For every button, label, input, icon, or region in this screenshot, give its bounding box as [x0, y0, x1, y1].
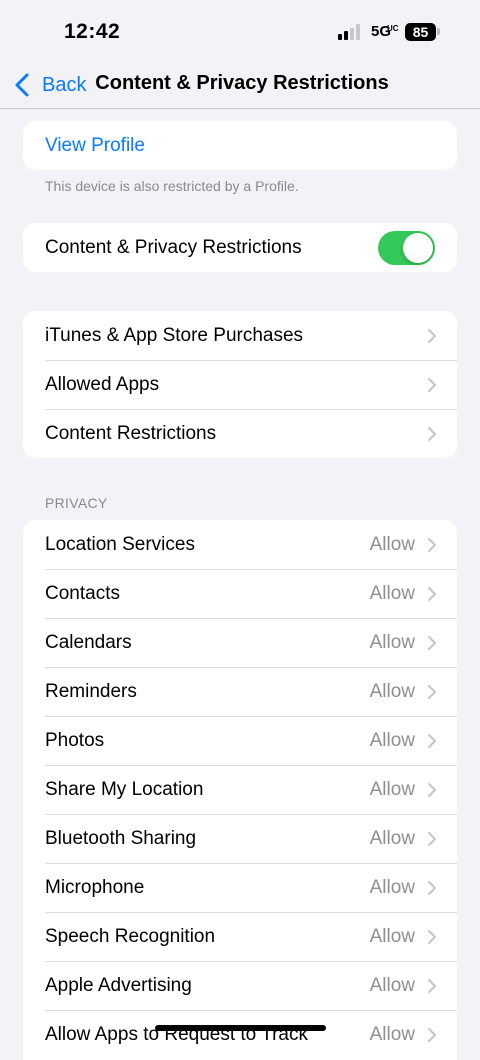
- profile-group: View Profile: [23, 121, 457, 170]
- privacy-item-photos[interactable]: Photos Allow: [23, 716, 457, 765]
- privacy-item-value: Allow: [369, 827, 415, 849]
- restrictions-toggle-row: Content & Privacy Restrictions: [23, 223, 457, 272]
- chevron-right-icon: [428, 782, 436, 797]
- privacy-item-value: Allow: [369, 729, 415, 751]
- chevron-right-icon: [428, 880, 436, 895]
- privacy-group: Location Services Allow Contacts Allow C…: [23, 520, 457, 1060]
- privacy-item-share-my-location[interactable]: Share My Location Allow: [23, 765, 457, 814]
- privacy-item-label: Microphone: [45, 876, 145, 898]
- chevron-right-icon: [428, 1027, 436, 1042]
- store-item-itunes-app-store-purchases[interactable]: iTunes & App Store Purchases: [23, 311, 457, 360]
- privacy-item-label: Location Services: [45, 533, 195, 555]
- chevron-right-icon: [428, 328, 436, 343]
- chevron-right-icon: [428, 426, 436, 441]
- store-item-content-restrictions[interactable]: Content Restrictions: [23, 409, 457, 458]
- privacy-item-label: Contacts: [45, 582, 120, 604]
- restrictions-toggle-switch[interactable]: [378, 231, 435, 265]
- privacy-item-label: Photos: [45, 729, 105, 751]
- view-profile-label: View Profile: [45, 134, 145, 156]
- status-time: 12:42: [64, 20, 121, 43]
- chevron-right-icon: [428, 684, 436, 699]
- privacy-section-header: PRIVACY: [45, 495, 108, 511]
- privacy-item-value: Allow: [369, 974, 415, 996]
- privacy-item-speech-recognition[interactable]: Speech Recognition Allow: [23, 912, 457, 961]
- privacy-item-value: Allow: [369, 1023, 415, 1045]
- battery-tip: [437, 28, 440, 35]
- chevron-right-icon: [428, 733, 436, 748]
- cellular-signal-icon: [338, 24, 364, 40]
- privacy-item-value: Allow: [369, 582, 415, 604]
- privacy-item-label: Bluetooth Sharing: [45, 827, 197, 849]
- privacy-item-label: Reminders: [45, 680, 137, 702]
- privacy-item-label: Share My Location: [45, 778, 204, 800]
- chevron-right-icon: [428, 377, 436, 392]
- privacy-item-reminders[interactable]: Reminders Allow: [23, 667, 457, 716]
- profile-footnote: This device is also restricted by a Prof…: [45, 178, 299, 194]
- privacy-item-value: Allow: [369, 876, 415, 898]
- chevron-right-icon: [428, 586, 436, 601]
- home-indicator[interactable]: [155, 1025, 326, 1031]
- page-title: Content & Privacy Restrictions: [95, 72, 389, 94]
- privacy-item-value: Allow: [369, 631, 415, 653]
- privacy-item-microphone[interactable]: Microphone Allow: [23, 863, 457, 912]
- privacy-item-location-services[interactable]: Location Services Allow: [23, 520, 457, 569]
- store-item-label: iTunes & App Store Purchases: [45, 324, 304, 346]
- store-item-allowed-apps[interactable]: Allowed Apps: [23, 360, 457, 409]
- network-type-superscript: UC: [387, 24, 399, 33]
- privacy-item-label: Apple Advertising: [45, 974, 192, 996]
- restrictions-toggle-group: Content & Privacy Restrictions: [23, 223, 457, 272]
- privacy-item-label: Speech Recognition: [45, 925, 216, 947]
- battery-level: 85: [412, 24, 429, 40]
- privacy-item-value: Allow: [369, 778, 415, 800]
- privacy-item-allow-apps-to-request-to-track[interactable]: Allow Apps to Request to Track Allow: [23, 1010, 457, 1059]
- privacy-item-label: Calendars: [45, 631, 132, 653]
- toggle-knob: [403, 233, 433, 263]
- navigation-bar: Back Content & Privacy Restrictions: [0, 62, 480, 109]
- battery-icon: 85: [405, 23, 436, 41]
- store-group: iTunes & App Store Purchases Allowed App…: [23, 311, 457, 458]
- chevron-right-icon: [428, 635, 436, 650]
- chevron-right-icon: [428, 978, 436, 993]
- store-item-label: Content Restrictions: [45, 422, 217, 444]
- privacy-item-apple-advertising[interactable]: Apple Advertising Allow: [23, 961, 457, 1010]
- chevron-right-icon: [428, 537, 436, 552]
- privacy-item-bluetooth-sharing[interactable]: Bluetooth Sharing Allow: [23, 814, 457, 863]
- privacy-item-contacts[interactable]: Contacts Allow: [23, 569, 457, 618]
- status-bar: 12:42 5G UC 85: [0, 0, 480, 62]
- privacy-item-calendars[interactable]: Calendars Allow: [23, 618, 457, 667]
- privacy-item-value: Allow: [369, 680, 415, 702]
- chevron-right-icon: [428, 929, 436, 944]
- store-item-label: Allowed Apps: [45, 373, 160, 395]
- chevron-right-icon: [428, 831, 436, 846]
- privacy-item-value: Allow: [369, 925, 415, 947]
- view-profile-button[interactable]: View Profile: [23, 121, 457, 170]
- privacy-item-value: Allow: [369, 533, 415, 555]
